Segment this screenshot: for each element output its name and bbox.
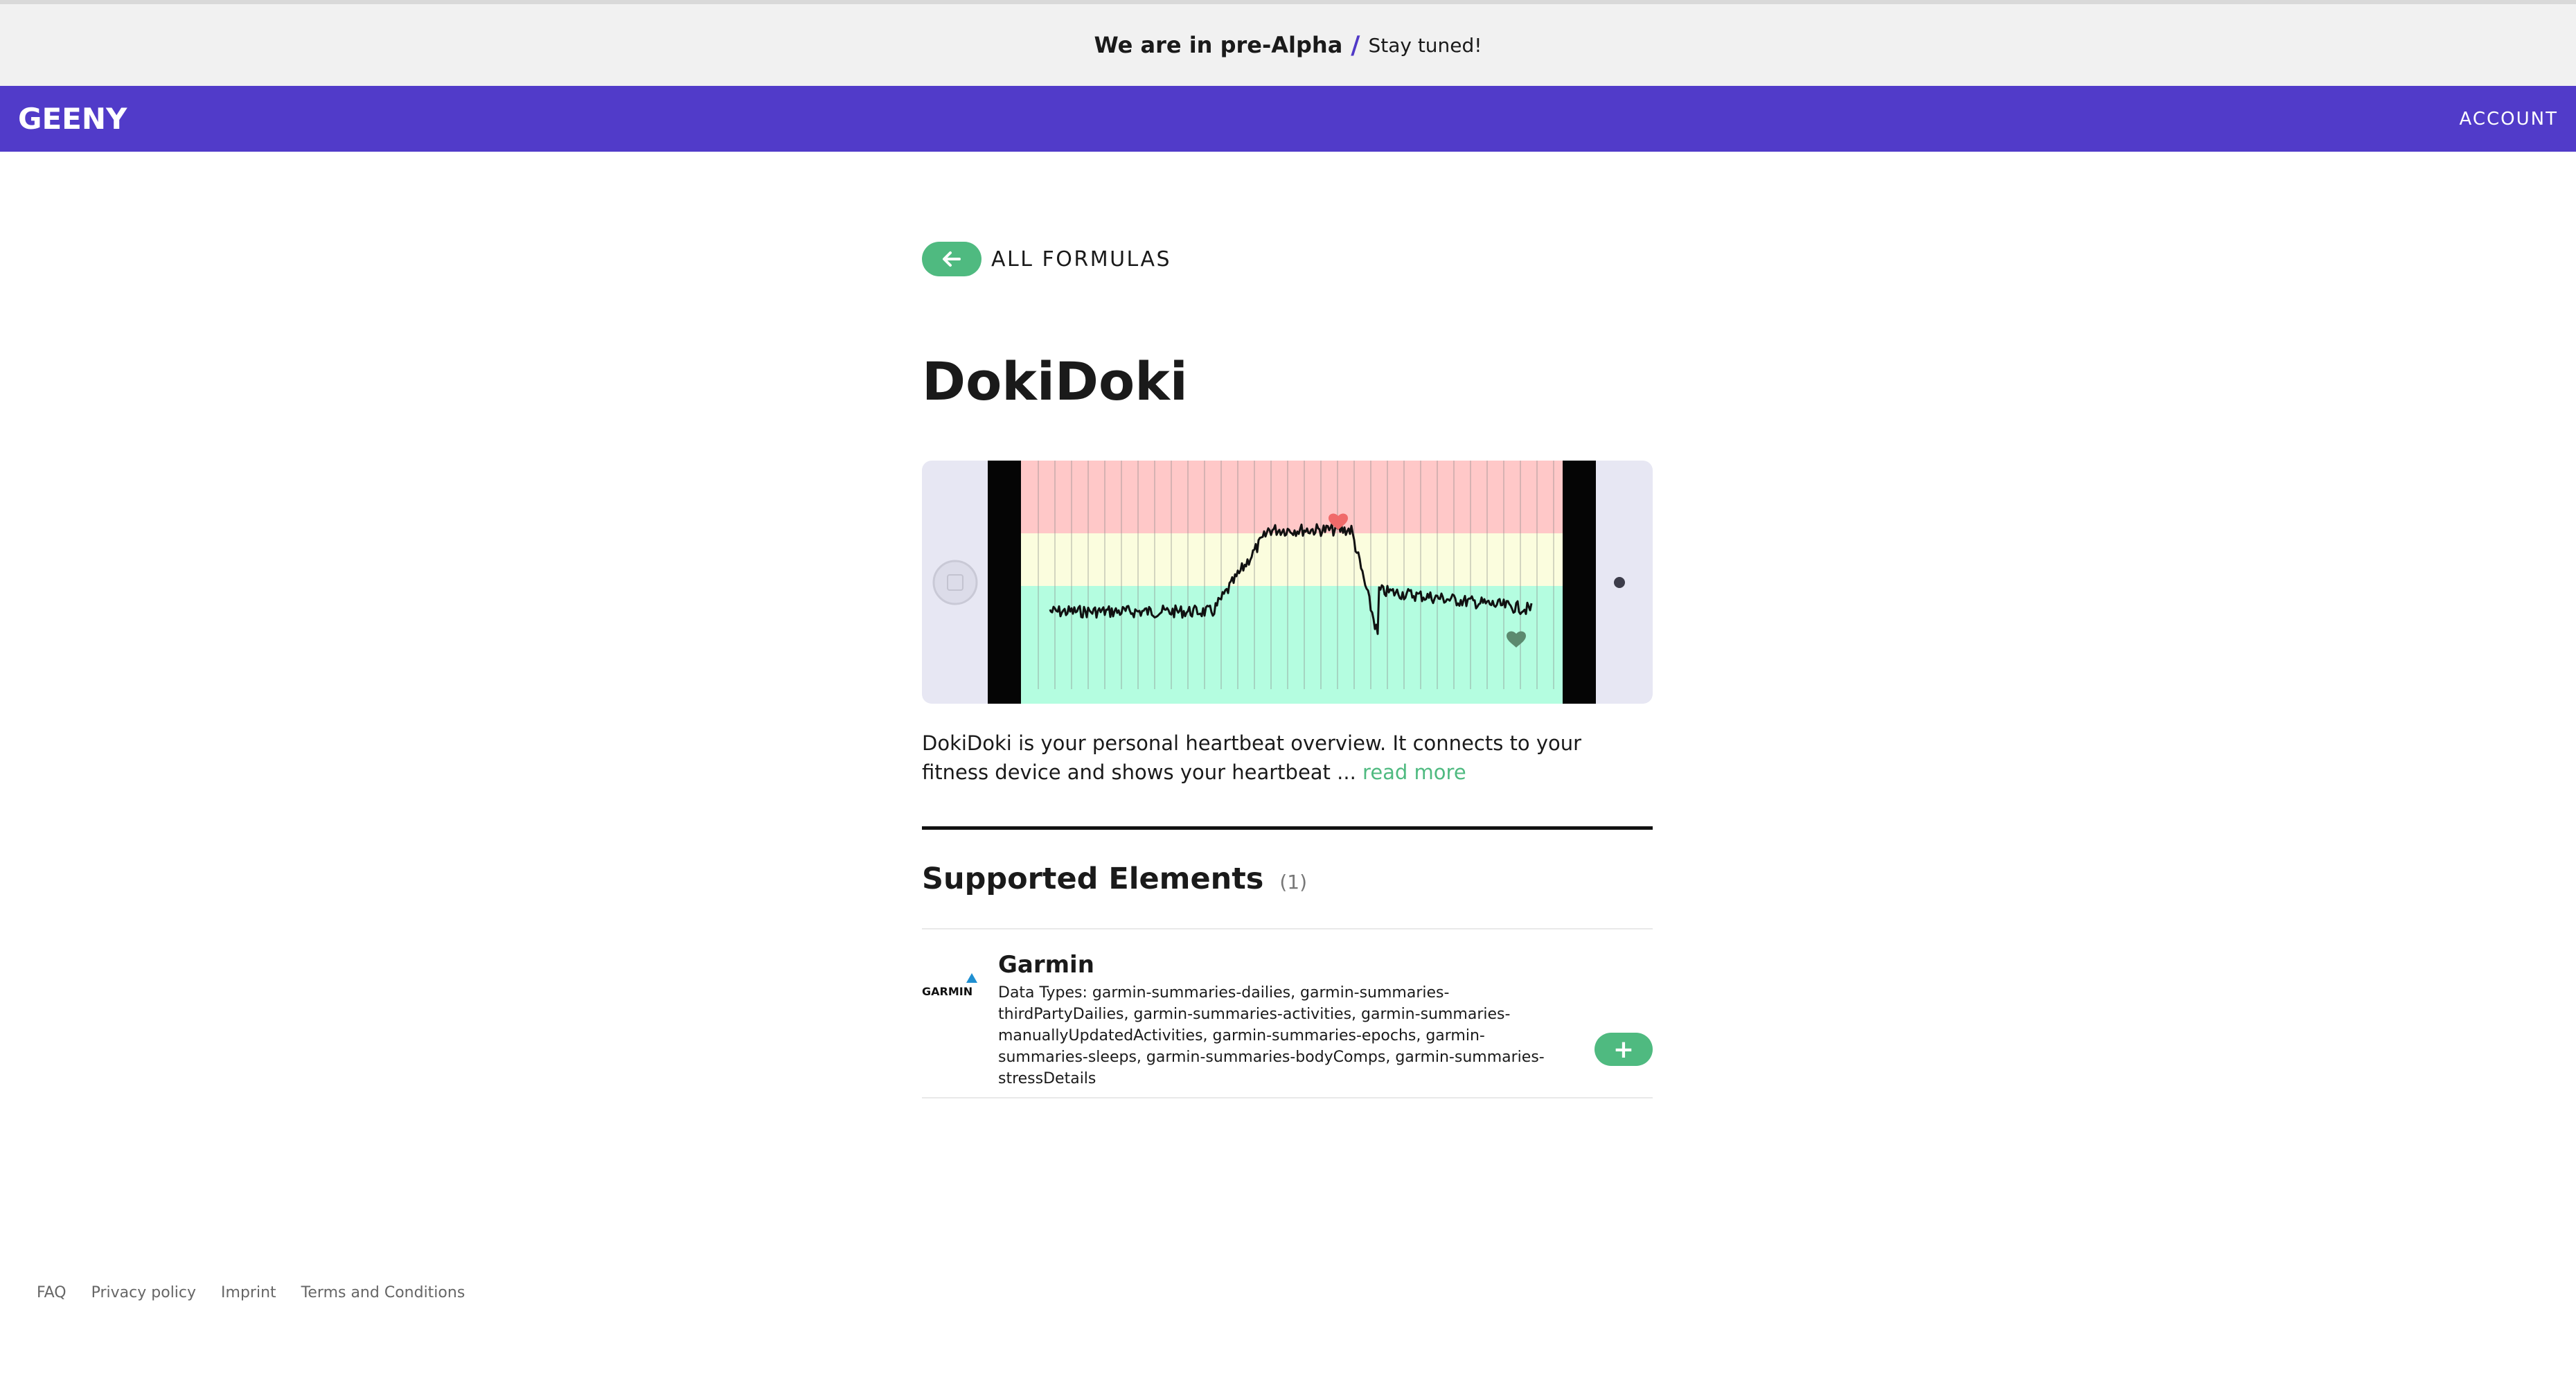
phone-heartbeat-illustration <box>922 461 1653 704</box>
description-ellipsis: ... <box>1337 760 1356 784</box>
footer-link-imprint[interactable]: Imprint <box>221 1284 276 1301</box>
svg-text:GARMIN: GARMIN <box>922 985 972 998</box>
banner-strong-text: We are in pre-Alpha <box>1094 32 1343 58</box>
footer-links: FAQ Privacy policy Imprint Terms and Con… <box>37 1284 465 1301</box>
zone-high <box>1021 461 1563 533</box>
camera-dot <box>1614 577 1625 588</box>
account-link[interactable]: ACCOUNT <box>2460 86 2558 152</box>
element-name: Garmin <box>998 951 1094 979</box>
arrow-left-icon <box>943 251 961 267</box>
footer-link-privacy[interactable]: Privacy policy <box>91 1284 196 1301</box>
back-button[interactable] <box>922 242 981 276</box>
page-title: DokiDoki <box>922 350 1188 412</box>
list-item: GARMIN Garmin Data Types: garmin-summari… <box>922 930 1653 1096</box>
phone-bezel-right <box>1563 461 1596 704</box>
all-formulas-link[interactable]: ALL FORMULAS <box>922 242 1171 276</box>
add-element-button[interactable]: + <box>1595 1033 1653 1066</box>
footer-link-terms[interactable]: Terms and Conditions <box>301 1284 465 1301</box>
formula-description: DokiDoki is your personal heartbeat over… <box>922 729 1653 787</box>
svg-text:GEENY: GEENY <box>18 102 127 134</box>
home-button <box>932 560 978 605</box>
supported-elements-heading: Supported Elements (1) <box>922 862 1307 896</box>
supported-elements-title: Supported Elements <box>922 862 1264 896</box>
banner-light-text: Stay tuned! <box>1368 33 1482 57</box>
back-label: ALL FORMULAS <box>991 247 1172 272</box>
element-data-types: Data Types: garmin-summaries-dailies, ga… <box>998 984 1545 1087</box>
zone-low <box>1021 586 1563 704</box>
prealpha-banner: We are in pre-Alpha / Stay tuned! <box>0 4 2576 86</box>
zone-mid <box>1021 533 1563 586</box>
phone-bezel-left <box>988 461 1021 704</box>
supported-elements-count: (1) <box>1279 871 1308 893</box>
top-navbar: GEENY ACCOUNT <box>0 86 2576 152</box>
list-divider-bottom <box>922 1097 1653 1098</box>
list-divider-top <box>922 928 1653 929</box>
read-more-link[interactable]: read more <box>1362 760 1466 784</box>
geeny-logo[interactable]: GEENY <box>18 101 134 134</box>
banner-separator: / <box>1351 30 1360 60</box>
section-divider <box>922 826 1653 830</box>
garmin-logo: GARMIN <box>922 973 977 998</box>
description-text: DokiDoki is your personal heartbeat over… <box>922 731 1582 784</box>
footer-link-faq[interactable]: FAQ <box>37 1284 66 1301</box>
